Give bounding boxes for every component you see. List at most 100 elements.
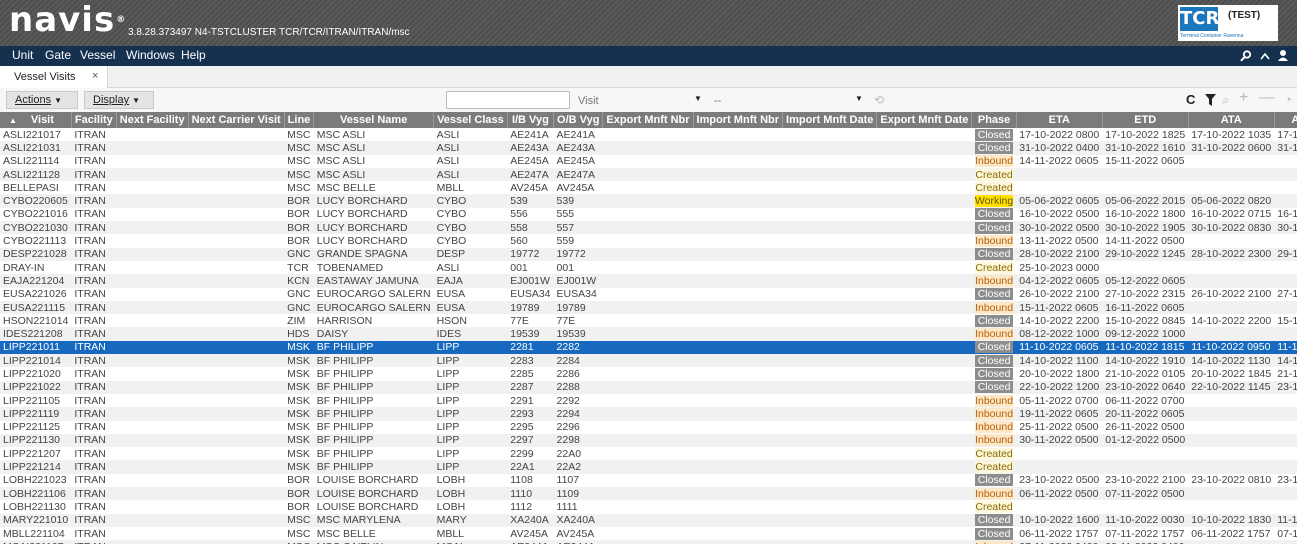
table-row[interactable]: EAJA221204 ITRAN KCN EASTAWAY JAMUNA EAJA EJ0… (0, 274, 1297, 288)
table-cell: LIPP (433, 354, 508, 368)
display-button[interactable]: Display ▼ (84, 91, 154, 109)
remove-icon[interactable]: — (1259, 89, 1275, 107)
column-header-vessel-name[interactable]: Vessel Name (313, 112, 435, 128)
column-header-eta[interactable]: ETA (1016, 112, 1103, 128)
zoom-icon[interactable]: ⌕ (1222, 92, 1229, 108)
column-header-ata[interactable]: ATA (1188, 112, 1275, 128)
table-cell (876, 287, 972, 301)
table-row[interactable]: LIPP221207 ITRAN MSK BF PHILIPP LIPP 2299 22A0… (0, 447, 1297, 461)
table-cell (188, 274, 285, 288)
table-row[interactable]: BELLEPASI ITRAN MSC MSC BELLE MBLL AV245A AV24… (0, 181, 1297, 195)
table-cell (693, 526, 783, 541)
table-cell: AV245A (507, 181, 554, 195)
table-row[interactable]: ASLI221114 ITRAN MSC MSC ASLI ASLI AE245A AE24… (0, 154, 1297, 168)
table-row[interactable]: LOBH221023 ITRAN BOR LOUISE BORCHARD LOBH 110… (0, 473, 1297, 488)
table-row[interactable]: LIPP221011 ITRAN MSK BF PHILIPP LIPP 2281 2282… (0, 340, 1297, 355)
table-cell: IDES221208 (0, 327, 72, 341)
table-cell (602, 540, 694, 544)
column-header-o-b-vyg[interactable]: O/B Vyg (553, 112, 604, 128)
table-row[interactable]: LIPP221014 ITRAN MSK BF PHILIPP LIPP 2283 2284… (0, 354, 1297, 368)
close-icon[interactable]: × (92, 70, 98, 82)
table-cell: ITRAN (71, 260, 117, 275)
status-badge: Closed (974, 367, 1014, 380)
table-cell (693, 141, 783, 155)
column-header-etd[interactable]: ETD (1102, 112, 1189, 128)
table-row[interactable]: LOBH221130 ITRAN BOR LOUISE BORCHARD LOBH 111… (0, 500, 1297, 514)
table-cell (693, 181, 783, 195)
table-row[interactable]: DESP221028 ITRAN GNC GRANDE SPAGNA DESP 19772… (0, 247, 1297, 261)
search-icon[interactable] (1240, 50, 1252, 62)
table-cell: 77E (507, 314, 554, 328)
help-icon[interactable]: ◔ (1284, 92, 1292, 107)
column-header-next-carrier-visit[interactable]: Next Carrier Visit (188, 112, 285, 128)
table-cell: AE244A (507, 540, 554, 544)
phase-cell: Inbound (971, 393, 1017, 408)
phase-cell: Closed (971, 247, 1017, 261)
table-row[interactable]: LIPP221214 ITRAN MSK BF PHILIPP LIPP 22A1 22A2… (0, 460, 1297, 474)
column-header-line[interactable]: Line (284, 112, 315, 128)
table-row[interactable]: MBLL221104 ITRAN MSC MSC BELLE MBLL AV245A AV2… (0, 526, 1297, 541)
table-cell: ASLI (433, 154, 508, 168)
add-icon[interactable]: + (1239, 89, 1248, 107)
table-row[interactable]: LIPP221119 ITRAN MSK BF PHILIPP LIPP 2293 2294… (0, 407, 1297, 421)
column-header-export-mnft-nbr[interactable]: Export Mnft Nbr (602, 112, 694, 128)
column-header-a[interactable]: A (1274, 112, 1297, 128)
table-row[interactable]: ASLI221128 ITRAN MSC MSC ASLI ASLI AE247A AE24… (0, 167, 1297, 182)
table-cell: TOBENAMED (313, 260, 434, 275)
column-header-import-mnft-nbr[interactable]: Import Mnft Nbr (693, 112, 784, 128)
table-row[interactable]: LIPP221022 ITRAN MSK BF PHILIPP LIPP 2287 2288… (0, 380, 1297, 394)
table-cell: LIPP (433, 447, 508, 461)
menu-windows[interactable]: Windows (126, 48, 175, 62)
table-row[interactable]: ASLI221017 ITRAN MSC MSC ASLI ASLI AE241A AE24… (0, 128, 1297, 142)
table-row[interactable]: LIPP221130 ITRAN MSK BF PHILIPP LIPP 2297 2298… (0, 433, 1297, 448)
table-row[interactable]: HSON221014 ITRAN ZIM HARRISON HSON 77E 77E Clos… (0, 314, 1297, 328)
table-row[interactable]: IDES221208 ITRAN HDS DAISY IDES 19539 19539 Inb… (0, 327, 1297, 341)
table-row[interactable]: CYBO221016 ITRAN BOR LUCY BORCHARD CYBO 556 55… (0, 207, 1297, 222)
table-cell (876, 380, 972, 394)
status-badge: Closed (974, 208, 1014, 221)
column-header-vessel-class[interactable]: Vessel Class (433, 112, 508, 128)
column-header-import-mnft-date[interactable]: Import Mnft Date (782, 112, 878, 128)
menu-unit[interactable]: Unit (12, 48, 33, 62)
table-row[interactable]: CYBO220605 ITRAN BOR LUCY BORCHARD CYBO 539 53… (0, 194, 1297, 208)
column-header-next-facility[interactable]: Next Facility (116, 112, 189, 128)
table-row[interactable]: LOBH221106 ITRAN BOR LOUISE BORCHARD LOBH 111… (0, 487, 1297, 501)
table-cell: 1109 (553, 487, 603, 501)
operator-select[interactable]: -- ▼ (712, 91, 868, 109)
table-row[interactable]: CYBO221030 ITRAN BOR LUCY BORCHARD CYBO 558 55… (0, 221, 1297, 235)
table-row[interactable]: EUSA221026 ITRAN GNC EUROCARGO SALERN EUSA EU… (0, 287, 1297, 301)
column-header-export-mnft-date[interactable]: Export Mnft Date (876, 112, 973, 128)
clear-filter-icon[interactable]: ⟲ (874, 93, 884, 107)
table-row[interactable]: LIPP221105 ITRAN MSK BF PHILIPP LIPP 2291 2292… (0, 393, 1297, 408)
table-cell (602, 327, 694, 341)
column-header-phase[interactable]: Phase (971, 112, 1017, 128)
column-header-facility[interactable]: Facility (71, 112, 117, 128)
table-row[interactable]: CYBO221113 ITRAN BOR LUCY BORCHARD CYBO 560 55… (0, 234, 1297, 248)
table-row[interactable]: LIPP221125 ITRAN MSK BF PHILIPP LIPP 2295 2296… (0, 420, 1297, 434)
actions-button[interactable]: Actions ▼ (6, 91, 78, 109)
table-cell (876, 141, 972, 155)
field-select[interactable]: Visit ▼ (576, 91, 706, 109)
user-icon[interactable] (1277, 49, 1289, 62)
table-row[interactable]: LIPP221020 ITRAN MSK BF PHILIPP LIPP 2285 2286… (0, 367, 1297, 381)
table-cell: 30-10-2022 0500 (1016, 221, 1103, 235)
column-header-i-b-vyg[interactable]: I/B Vyg (507, 112, 555, 128)
table-row[interactable]: DRAY-IN ITRAN TCR TOBENAMED ASLI 001 001 Create… (0, 260, 1297, 275)
menu-help[interactable]: Help (181, 48, 206, 62)
search-input[interactable] (446, 91, 570, 109)
table-cell: ASLI (433, 128, 508, 142)
menu-vessel[interactable]: Vessel (80, 48, 115, 62)
column-header-visit[interactable]: ▲ Visit (0, 112, 72, 128)
menu-gate[interactable]: Gate (45, 48, 71, 62)
refresh-icon[interactable]: C (1186, 92, 1195, 107)
tab-vessel-visits[interactable]: Vessel Visits × (0, 66, 108, 88)
table-row[interactable]: MCAI221107ITRANMSCMSC CAITLINMCAIAE244AA… (0, 540, 1297, 544)
table-row[interactable]: MARY221010 ITRAN MSC MSC MARYLENA MARY XA240A… (0, 513, 1297, 527)
table-cell: LIPP (433, 433, 508, 448)
table-row[interactable]: EUSA221115 ITRAN GNC EUROCARGO SALERN EUSA 19… (0, 300, 1297, 315)
table-cell: 22A0 (553, 447, 603, 461)
filter-icon[interactable] (1205, 94, 1216, 106)
table-row[interactable]: ASLI221031 ITRAN MSC MSC ASLI ASLI AE243A AE24… (0, 141, 1297, 155)
status-badge: Inbound (974, 235, 1014, 248)
chevron-up-icon[interactable] (1260, 52, 1270, 60)
